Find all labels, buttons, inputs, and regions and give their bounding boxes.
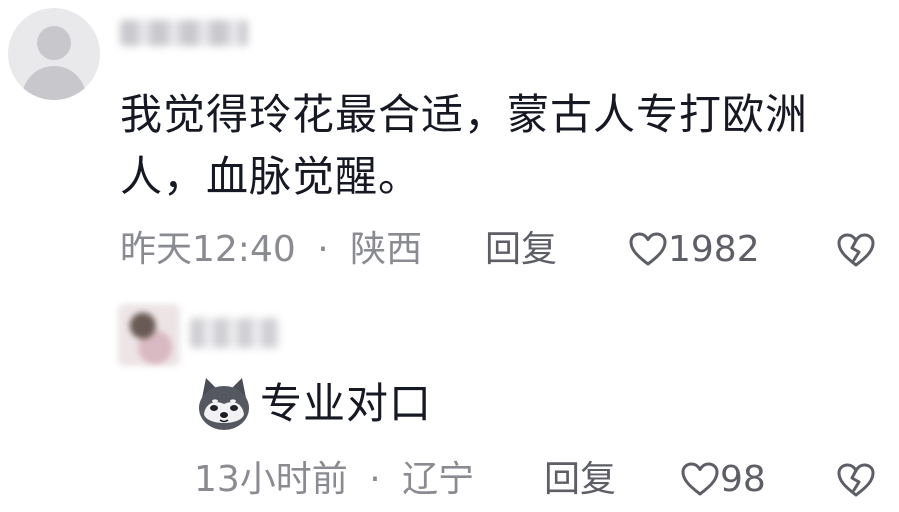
comment-meta-row: 昨天12:40 · 陕西 回复 1982 bbox=[120, 228, 890, 272]
reply-like-button[interactable]: 98 bbox=[680, 458, 766, 502]
reply-location: 辽宁 bbox=[402, 459, 475, 500]
reply-text: 专业对口 bbox=[260, 379, 433, 428]
dislike-button[interactable] bbox=[836, 232, 876, 279]
reply-time: 13小时前 bbox=[194, 459, 348, 500]
dog-emoji-icon bbox=[199, 378, 249, 430]
reply-reply-button[interactable]: 回复 bbox=[544, 458, 616, 502]
commenter-avatar[interactable] bbox=[8, 8, 100, 100]
comment-time: 昨天12:40 bbox=[120, 229, 296, 270]
reply-content: 专业对口 bbox=[194, 372, 432, 436]
reply-like-count: 98 bbox=[720, 459, 766, 500]
like-count: 1982 bbox=[668, 229, 760, 270]
avatar-body-shape bbox=[22, 66, 86, 100]
reply-dislike-button[interactable] bbox=[836, 462, 876, 509]
comment-location: 陕西 bbox=[350, 229, 423, 270]
comment-text: 我觉得玲花最合适，蒙古人专打欧洲人，血脉觉醒。 bbox=[120, 90, 809, 201]
comment-time-location: 昨天12:40 · 陕西 bbox=[120, 228, 422, 272]
commenter-username-blurred[interactable] bbox=[120, 20, 248, 46]
reply-commenter-username-blurred[interactable] bbox=[190, 318, 280, 348]
reply-meta-row: 13小时前 · 辽宁 回复 98 bbox=[194, 458, 894, 502]
heart-outline-icon bbox=[681, 462, 719, 496]
avatar-head-shape bbox=[37, 26, 71, 60]
reply-commenter-avatar[interactable] bbox=[118, 304, 180, 366]
meta-separator: · bbox=[369, 459, 381, 500]
broken-heart-icon bbox=[837, 463, 875, 497]
reply-button[interactable]: 回复 bbox=[485, 228, 557, 272]
heart-outline-icon bbox=[629, 232, 667, 266]
meta-separator: · bbox=[317, 229, 329, 270]
broken-heart-icon bbox=[837, 233, 875, 267]
like-button[interactable]: 1982 bbox=[628, 228, 760, 272]
reply-time-location: 13小时前 · 辽宁 bbox=[194, 458, 474, 502]
